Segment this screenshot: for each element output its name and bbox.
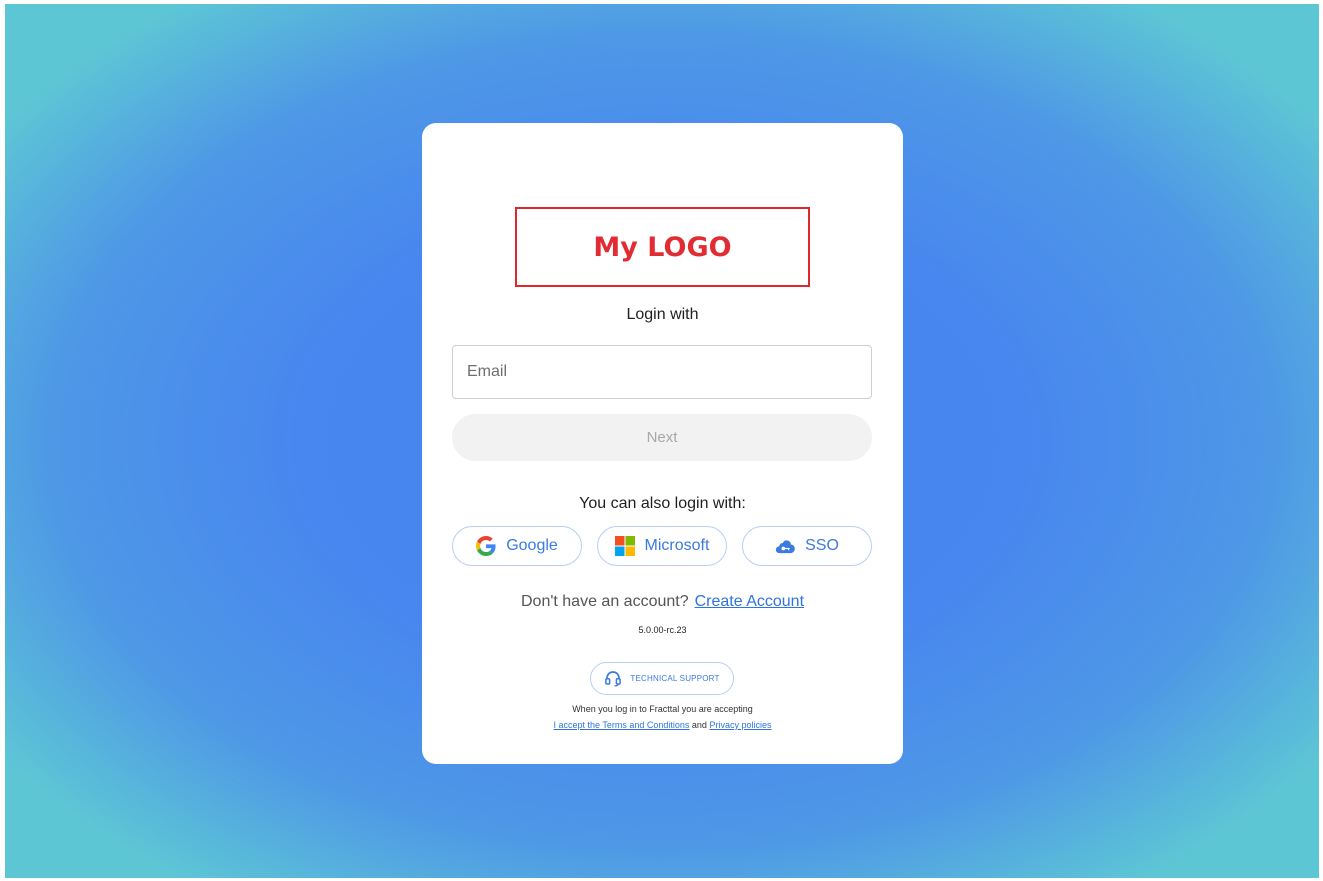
- alt-login-heading: You can also login with:: [579, 495, 746, 512]
- headset-icon: [604, 669, 622, 689]
- login-card: My LOGO Login with Next You can also log…: [422, 123, 903, 764]
- microsoft-login-button[interactable]: Microsoft: [597, 526, 727, 566]
- google-label: Google: [506, 537, 558, 554]
- terms-joiner: and: [691, 720, 707, 730]
- technical-support-button[interactable]: TECHNICAL SUPPORT: [590, 662, 734, 695]
- sso-label: SSO: [805, 537, 839, 554]
- technical-support-label: TECHNICAL SUPPORT: [630, 674, 720, 683]
- signup-prompt: Don't have an account?: [520, 593, 689, 610]
- create-account-link[interactable]: Create Account: [695, 593, 804, 610]
- microsoft-icon: [614, 536, 635, 556]
- terms-links: I accept the Terms and Conditions and Pr…: [422, 720, 903, 730]
- cloud-key-icon: [775, 537, 795, 555]
- terms-link[interactable]: I accept the Terms and Conditions: [553, 720, 689, 730]
- google-icon: [476, 536, 496, 556]
- login-heading: Login with: [626, 306, 699, 323]
- logo-text: My LOGO: [593, 231, 732, 263]
- google-login-button[interactable]: Google: [452, 526, 582, 566]
- terms-notice: When you log in to Fracttal you are acce…: [572, 704, 753, 714]
- next-button[interactable]: Next: [452, 414, 872, 461]
- microsoft-label: Microsoft: [644, 537, 710, 554]
- version-label: 5.0.00-rc.23: [638, 625, 687, 635]
- logo-box: My LOGO: [515, 207, 810, 287]
- privacy-link[interactable]: Privacy policies: [709, 720, 771, 730]
- sso-login-button[interactable]: SSO: [742, 526, 872, 566]
- signup-line: Don't have an account? Create Account: [422, 593, 903, 611]
- email-input[interactable]: [452, 345, 872, 399]
